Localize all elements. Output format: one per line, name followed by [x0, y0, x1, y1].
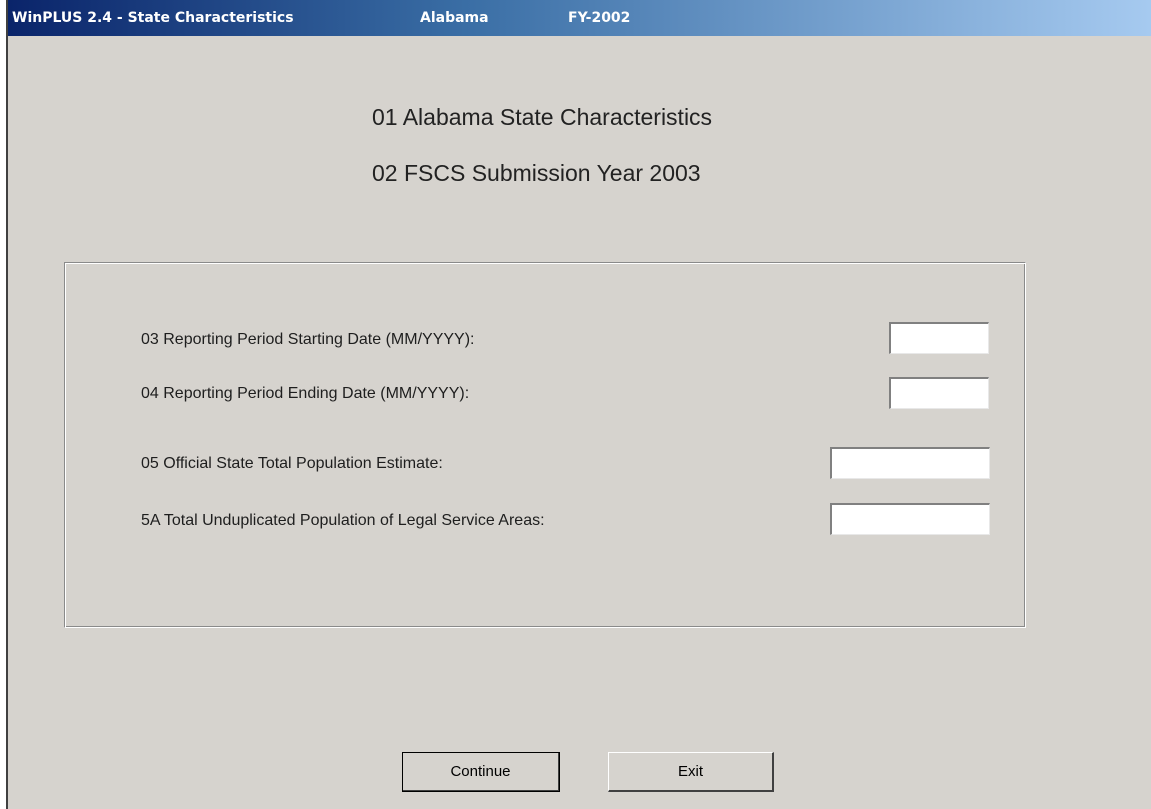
continue-button[interactable]: Continue: [402, 752, 560, 792]
end-date-input[interactable]: [889, 377, 989, 409]
title-bar[interactable]: WinPLUS 2.4 - State Characteristics Alab…: [8, 0, 1151, 36]
exit-button[interactable]: Exit: [608, 752, 774, 792]
start-date-label: 03 Reporting Period Starting Date (MM/YY…: [141, 331, 475, 348]
unduplicated-population-label: 5A Total Unduplicated Population of Lega…: [141, 512, 545, 529]
state-characteristics-heading: 01 Alabama State Characteristics: [372, 104, 713, 130]
fields-group-box: 03 Reporting Period Starting Date (MM/YY…: [64, 262, 1026, 628]
end-date-label: 04 Reporting Period Ending Date (MM/YYYY…: [141, 385, 470, 402]
population-estimate-label: 05 Official State Total Population Estim…: [141, 455, 443, 472]
submission-year-heading: 02 FSCS Submission Year 2003: [372, 160, 701, 186]
window-title-fiscal-year: FY-2002: [568, 10, 631, 26]
unduplicated-population-input[interactable]: [830, 503, 990, 535]
window-title-state: Alabama: [420, 10, 489, 26]
window-title: WinPLUS 2.4 - State Characteristics: [12, 10, 294, 26]
population-estimate-input[interactable]: [830, 447, 990, 479]
app-window: WinPLUS 2.4 - State Characteristics Alab…: [6, 0, 1151, 809]
start-date-input[interactable]: [889, 322, 989, 354]
